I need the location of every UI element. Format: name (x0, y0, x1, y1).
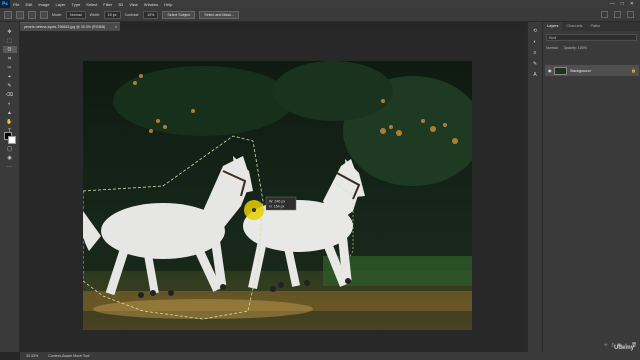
menu-bar: Ps File Edit Image Layer Type Select Fil… (0, 0, 640, 8)
eyedropper-tool-icon[interactable]: ⌖ (3, 73, 17, 80)
brush-panel-icon[interactable]: ✎ (533, 61, 537, 67)
options-right-icons (601, 11, 640, 18)
workspace-icon[interactable] (614, 11, 621, 18)
lasso-tool-icon[interactable]: ʘ (2, 46, 17, 53)
character-icon[interactable]: A (533, 72, 536, 78)
status-bar: 33.33% Content-Aware Move Tool (20, 352, 640, 360)
eraser-tool-icon[interactable]: ⌫ (3, 91, 17, 98)
brush-tool-icon[interactable]: ✎ (3, 82, 17, 89)
menu-type[interactable]: Type (69, 2, 84, 7)
zoom-tool-icon[interactable]: ◉ (3, 154, 17, 161)
menu-3d[interactable]: 3D (115, 2, 126, 7)
menu-filter[interactable]: Filter (100, 2, 115, 7)
watermark: Udemy (613, 345, 634, 351)
tab-paths[interactable]: Paths (586, 22, 604, 31)
maximize-button[interactable]: □ (621, 1, 624, 7)
opacity-field[interactable]: Opacity: 100% (564, 46, 587, 50)
add-to-selection-icon[interactable] (28, 10, 36, 19)
select-and-mask-button[interactable]: Select and Mask... (199, 10, 239, 19)
lock-icon: 🔒 (631, 68, 636, 73)
menu-select[interactable]: Select (83, 2, 100, 7)
menu-image[interactable]: Image (35, 2, 52, 7)
tab-channels[interactable]: Channels (562, 22, 586, 31)
menu-view[interactable]: View (126, 2, 141, 7)
more-tools-icon[interactable]: ⋯ (3, 163, 17, 170)
gradient-tool-icon[interactable]: ◐ (3, 100, 17, 107)
photoshop-window: Ps File Edit Image Layer Type Select Fil… (0, 0, 640, 360)
width-input[interactable]: 10 px (103, 10, 121, 19)
adjustments-icon[interactable]: ◐ (533, 39, 536, 45)
layers-panel: Layers Channels Paths Kind Normal Opacit… (542, 22, 640, 352)
close-window-button[interactable]: ✕ (630, 1, 634, 7)
mode-select[interactable]: Normal (66, 10, 86, 19)
photo-canvas[interactable]: W: 246 px H: 164 px (83, 61, 472, 330)
window-controls: — □ ✕ (610, 1, 640, 7)
layer-thumbnail (554, 66, 568, 75)
marquee-tool-icon[interactable]: ⬚ (3, 37, 17, 44)
blend-mode-select[interactable]: Normal (546, 46, 558, 50)
search-icon[interactable] (601, 11, 608, 18)
layer-filter-select[interactable]: Kind (546, 34, 637, 41)
menu-help[interactable]: Help (161, 2, 175, 7)
document-tab[interactable]: pexels-helena-lopes-796653.jpg @ 33.3% (… (20, 22, 120, 31)
link-layers-icon[interactable]: ∞ (604, 342, 607, 350)
tab-layers[interactable]: Layers (543, 22, 563, 31)
panel-icons-column: ⟲ ◐ ≡ ✎ A (527, 22, 542, 352)
tools-panel: ✥ ⬚ ʘ ⌗ ✂ ⌖ ✎ ⌫ ◐ ▲ ✋ T ⬡ ◯ ◉ ⋯ (0, 22, 20, 352)
close-document-icon[interactable]: × (115, 25, 120, 29)
menu-file[interactable]: File (10, 2, 22, 7)
select-subject-button[interactable]: Select Subject (162, 10, 196, 19)
share-icon[interactable] (627, 11, 634, 18)
crop-tool-icon[interactable]: ✂ (3, 64, 17, 71)
properties-icon[interactable]: ≡ (534, 50, 537, 56)
menu-edit[interactable]: Edit (22, 2, 35, 7)
menu-layer[interactable]: Layer (52, 2, 68, 7)
history-icon[interactable]: ⟲ (533, 28, 537, 34)
minimize-button[interactable]: — (610, 1, 615, 7)
layer-name: Background (570, 68, 591, 73)
cursor-tip-height: H: 164 px (269, 205, 285, 209)
panel-tabs: Layers Channels Paths (543, 22, 640, 31)
background-color-swatch[interactable] (8, 136, 16, 144)
new-selection-icon[interactable] (16, 10, 24, 19)
mode-label: Mode: (52, 12, 62, 17)
app-logo: Ps (0, 0, 10, 8)
ellipse-tool-icon[interactable]: ◯ (3, 145, 17, 152)
layer-row-background[interactable]: ◉ Background 🔒 (545, 65, 639, 76)
move-tool-icon[interactable]: ✥ (3, 28, 17, 35)
status-info: Content-Aware Move Tool (48, 354, 90, 358)
quick-select-tool-icon[interactable]: ⌗ (3, 55, 17, 62)
tool-preset-icon[interactable] (4, 10, 12, 19)
cursor-tip-width: W: 246 px (269, 200, 285, 204)
subtract-selection-icon[interactable] (40, 10, 48, 19)
width-label: Width: (89, 12, 100, 17)
visibility-eye-icon[interactable]: ◉ (548, 68, 551, 73)
canvas-area[interactable]: W: 246 px H: 164 px (20, 31, 527, 352)
pen-tool-icon[interactable]: ▲ (3, 109, 17, 116)
contrast-label: Contrast: (124, 12, 140, 17)
contrast-input[interactable]: 10% (143, 10, 159, 19)
document-title: pexels-helena-lopes-796653.jpg @ 33.3% (… (24, 25, 106, 29)
zoom-level[interactable]: 33.33% (26, 354, 38, 358)
options-bar: Mode: Normal Width: 10 px Contrast: 10% … (0, 8, 640, 22)
hand-tool-icon[interactable]: ✋ (3, 118, 17, 125)
horses-image: W: 246 px H: 164 px (83, 61, 472, 330)
layer-options: Normal Opacity: 100% (546, 44, 637, 51)
menu-window[interactable]: Window (141, 2, 161, 7)
